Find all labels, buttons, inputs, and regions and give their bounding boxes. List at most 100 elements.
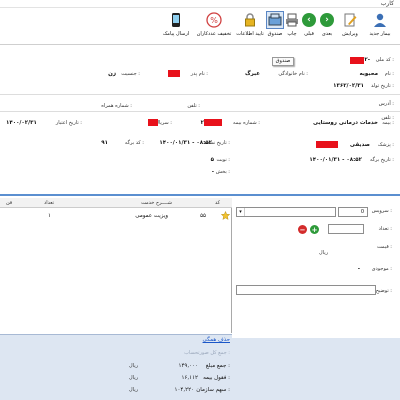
price-label: قیمت : <box>377 244 392 250</box>
price-unit: ریال <box>319 250 328 256</box>
col-code[interactable]: کد <box>215 200 220 206</box>
service-select[interactable]: ▾ <box>236 207 336 217</box>
description-label: توضیح : <box>375 288 392 294</box>
star-icon <box>220 210 231 222</box>
total-unit: ریال <box>129 363 138 369</box>
gender-value[interactable]: زن <box>108 71 116 77</box>
father-label: نام پدر : <box>190 71 208 77</box>
doctor-value[interactable]: صدیقی <box>350 142 370 148</box>
edit-label: ویرایش <box>342 31 358 37</box>
turn-value[interactable]: ۵ <box>211 157 214 163</box>
send-sms-button[interactable]: ارسال پیامک <box>158 10 194 43</box>
discount-button[interactable]: % تخفیف عددکاران <box>194 10 234 43</box>
section-separator <box>0 194 400 196</box>
col-description[interactable]: شــــرح خدمت <box>141 200 172 206</box>
row-count: ۱ <box>48 213 51 219</box>
count-label: تعداد : <box>378 226 392 232</box>
birth-value[interactable]: ۱۳۶۲/۰۲/۳۱ <box>333 83 364 89</box>
cashbox-label: صندوق <box>267 31 283 37</box>
send-sms-label: ارسال پیامک <box>162 31 190 37</box>
percent-icon: % <box>206 12 222 28</box>
side-footer <box>232 338 400 400</box>
address-label: آدرس : <box>378 101 394 107</box>
svg-text:%: % <box>210 16 218 25</box>
col-extra[interactable]: فن <box>6 200 12 206</box>
confirm-info-button[interactable]: تایید اطلاعات <box>234 10 266 43</box>
invoice-group-label: جمع کل صورتحساب : <box>184 350 230 356</box>
new-patient-button[interactable]: بیمار جدید <box>364 10 396 43</box>
redacted-serial <box>148 119 158 126</box>
redacted-national-id <box>350 57 364 64</box>
main-toolbar: بیمار جدید ویرایش › بعدی ‹ قبلی چاپ صندو… <box>0 8 400 45</box>
edit-button[interactable]: ویرایش <box>336 10 364 43</box>
stock-label: موجودی : <box>371 266 392 272</box>
service-label: سرویس : <box>371 208 392 214</box>
insurance-label: بیمه : <box>382 120 394 126</box>
page-code-value[interactable]: ۹۱ <box>101 140 108 146</box>
next-label: بعدی <box>321 31 333 37</box>
services-table-header: کد شــــرح خدمت تعداد فن <box>0 198 232 208</box>
cashbox-tooltip: صندوق <box>272 57 294 66</box>
description-input[interactable] <box>236 285 376 295</box>
delete-all-link[interactable]: حذف همگی <box>203 337 230 343</box>
remove-icon[interactable]: − <box>298 225 307 234</box>
service-code-input[interactable]: 0 <box>338 207 368 217</box>
credit-label: تاریخ اعتبار : <box>55 120 82 126</box>
stock-value: - <box>357 266 360 272</box>
print-button[interactable]: چاپ <box>284 10 300 43</box>
section-label: بخش : <box>215 169 230 175</box>
service-entry-panel: سرویس : 0 ▾ تعداد : + − قیمت : ریال موجو… <box>232 198 400 338</box>
page-date-label: تاریخ برگه : <box>369 157 394 163</box>
new-patient-icon <box>372 12 388 28</box>
divider <box>0 94 400 95</box>
insurance-no-label: شماره بیمه : <box>233 120 260 126</box>
total-value: ۱۴۹,۰۰۰ <box>178 363 198 369</box>
redacted-father-name <box>168 70 180 77</box>
sms-icon <box>168 12 184 28</box>
divider <box>0 111 400 112</box>
credit-value[interactable]: ۱۴۰۰/۰۲/۳۱ <box>6 120 37 126</box>
family-label: نام خانوادگی : <box>278 71 308 77</box>
service-code-value: 0 <box>360 209 364 215</box>
doctor-label: پزشک : <box>377 142 394 148</box>
col-count[interactable]: تعداد <box>44 200 54 206</box>
chevron-down-icon[interactable]: ▾ <box>237 208 245 216</box>
insurance-share-unit: ریال <box>129 375 138 381</box>
title-bar: کارب <box>0 0 400 8</box>
redacted-insurance-no <box>204 119 222 126</box>
print-icon <box>284 12 300 28</box>
discount-label: تخفیف عددکاران <box>196 31 232 37</box>
gender-label: جنسیت : <box>121 71 140 77</box>
section-value[interactable]: - <box>212 169 214 175</box>
family-value[interactable]: عبرگ <box>245 71 260 77</box>
lock-icon <box>242 12 258 28</box>
row-description: ویزیت عمومی <box>135 213 168 219</box>
mobile-label: شماره همراه : <box>101 103 132 109</box>
org-share-label: سهم سازمان : <box>196 387 230 393</box>
confirm-info-label: تایید اطلاعات <box>236 31 264 37</box>
redacted-doctor-name <box>316 141 338 148</box>
name-label: نام : <box>384 71 394 77</box>
name-value[interactable]: محبوبه <box>360 71 378 77</box>
cashbox-button[interactable]: صندوق <box>266 10 284 43</box>
next-button[interactable]: › بعدی <box>318 10 336 43</box>
add-icon[interactable]: + <box>310 225 319 234</box>
rx-date-value[interactable]: ۱۴۰۰/۰۱/۳۱ - ۰۸:۵۲ <box>159 140 212 146</box>
file-no-label: کد ملی : <box>375 57 394 63</box>
page-date-value[interactable]: ۱۴۰۰/۰۱/۳۱ - ۰۸:۵۲ <box>309 157 362 163</box>
row-code: ۵۵ <box>200 213 206 219</box>
cashbox-icon <box>266 11 284 29</box>
table-row[interactable]: ۵۵ ویزیت عمومی ۱ <box>0 210 232 222</box>
total-label: جمع مبلغ : <box>205 363 230 369</box>
services-table: کد شــــرح خدمت تعداد فن ۵۵ ویزیت عمومی … <box>0 198 232 333</box>
insurance-value[interactable]: خدمات درمانی روستایی <box>313 120 378 126</box>
org-share-value: ۱۰۴,۲۲۰ <box>174 387 194 393</box>
invoice-summary: حذف همگی جمع کل صورتحساب : جمع مبلغ : ۱۴… <box>0 334 232 400</box>
patient-info-panel: صندوق کد ملی : ۲۵۱۲- نام : محبوبه نام خا… <box>0 45 400 193</box>
new-patient-label: بیمار جدید <box>369 31 391 37</box>
edit-icon <box>342 12 358 28</box>
previous-button[interactable]: ‹ قبلی <box>300 10 318 43</box>
previous-icon: ‹ <box>301 12 317 28</box>
print-label: چاپ <box>287 31 297 37</box>
count-input[interactable] <box>328 224 364 234</box>
